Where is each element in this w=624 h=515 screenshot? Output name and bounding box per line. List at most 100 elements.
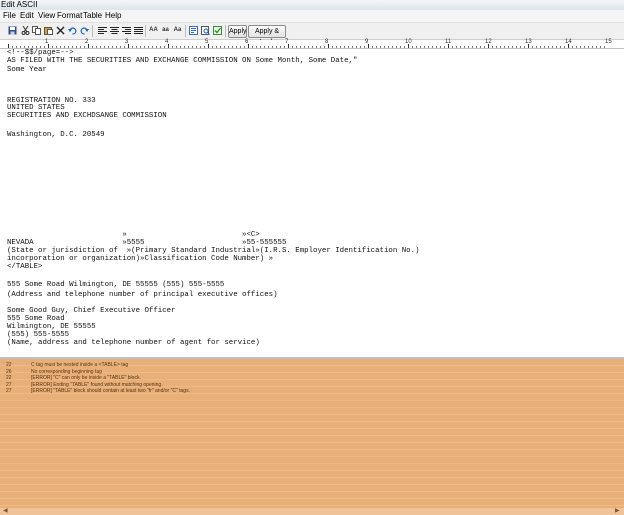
document-line[interactable]: (Name, address and telephone number of a… — [7, 339, 260, 347]
ruler-tick — [596, 46, 597, 48]
redo-icon[interactable] — [79, 25, 89, 36]
ruler-tick — [340, 46, 341, 48]
ruler-tick — [268, 46, 269, 48]
copy-icon[interactable] — [31, 25, 41, 36]
ruler-tick — [456, 46, 457, 48]
ruler-tick — [564, 46, 565, 48]
error-row[interactable]: 22 C tag must be nested inside a <TABLE> … — [0, 362, 624, 368]
menu-edit[interactable]: Edit — [20, 10, 34, 22]
ruler-tick — [484, 46, 485, 48]
ruler-tick — [200, 46, 201, 48]
horizontal-scrollbar[interactable]: ◀ ▶ — [0, 508, 624, 515]
ruler-tick — [180, 46, 181, 48]
justify-icon[interactable] — [133, 25, 143, 36]
menu-help[interactable]: Help — [105, 10, 121, 22]
error-row[interactable]: 26 No corresponding beginning tag — [0, 369, 624, 375]
document-line[interactable]: (Address and telephone number of princip… — [7, 291, 278, 299]
font-size-medium-icon[interactable]: aa — [160, 25, 171, 36]
undo-icon[interactable] — [67, 25, 77, 36]
apply-lock-button[interactable]: Apply & Lock — [248, 25, 286, 46]
ruler-tick — [284, 46, 285, 48]
document-line[interactable]: AS FILED WITH THE SECURITIES AND EXCHANG… — [7, 57, 357, 65]
ruler-tick — [260, 46, 261, 48]
align-center-icon[interactable] — [109, 25, 119, 36]
spellcheck-icon[interactable] — [188, 25, 198, 36]
menu-table[interactable]: Table — [83, 10, 102, 22]
align-right-icon[interactable] — [121, 25, 131, 36]
error-row[interactable]: 27 [ERROR] Ending "TABLE" found without m… — [0, 382, 624, 388]
ruler-tick — [220, 46, 221, 48]
title-bar: Edit ASCII — [0, 0, 624, 10]
document-line[interactable]: » »<C> — [7, 231, 260, 239]
document-line[interactable]: SECURITIES AND EXCHDSANGE COMMISSION — [7, 112, 167, 120]
scroll-right-icon[interactable]: ▶ — [615, 508, 620, 515]
toolbar-separator — [145, 25, 146, 37]
ruler-tick — [140, 46, 141, 48]
ruler-tick — [560, 46, 561, 48]
ruler-tick — [432, 46, 433, 48]
validate-icon[interactable] — [212, 25, 222, 36]
document-line[interactable]: Some Year — [7, 66, 47, 74]
cut-icon[interactable] — [20, 25, 30, 36]
align-left-icon[interactable] — [97, 25, 107, 36]
ruler-tick — [196, 46, 197, 48]
ruler-tick — [228, 46, 229, 48]
error-row[interactable]: 27 [ERROR] "TABLE" block should contain a… — [0, 388, 624, 394]
document-line[interactable]: 555 Some Road Wilmington, DE 55555 (555)… — [7, 281, 224, 289]
ruler-tick — [332, 46, 333, 48]
ruler-number: 7 — [285, 39, 289, 45]
ruler-tick — [604, 46, 605, 48]
ruler-tick — [376, 46, 377, 48]
ruler-tick — [156, 46, 157, 48]
error-row[interactable]: 22 [ERROR] "C" can only be inside a "TABL… — [0, 375, 624, 381]
ruler-tick — [532, 46, 533, 48]
font-size-large-icon[interactable]: AA — [148, 25, 159, 36]
document-line[interactable]: UNITED STATES — [7, 104, 65, 112]
ruler-tick — [136, 46, 137, 48]
menu-format[interactable]: Format — [57, 10, 82, 22]
ruler-tick — [104, 46, 105, 48]
document-line[interactable]: (State or jurisdiction of »(Primary Stan… — [7, 247, 419, 255]
ruler-tick — [384, 46, 385, 48]
document-line[interactable]: Some Good Guy, Chief Executive Officer — [7, 307, 176, 315]
ruler-tick — [116, 46, 117, 48]
ruler-tick — [188, 46, 189, 48]
error-message: [ERROR] "TABLE" block should contain at … — [31, 388, 190, 394]
document-line[interactable]: NEVADA »5555 »55-555555 — [7, 239, 286, 247]
preview-icon[interactable] — [200, 25, 210, 36]
ruler-tick — [160, 46, 161, 48]
apply-button[interactable]: Apply — [228, 25, 247, 38]
menu-file[interactable]: File — [3, 10, 16, 22]
ruler-tick — [16, 46, 17, 48]
menu-view[interactable]: View — [38, 10, 55, 22]
document-line[interactable]: </TABLE> — [7, 263, 42, 271]
ruler-tick — [56, 46, 57, 48]
ruler-tick — [120, 46, 121, 48]
ruler-tick — [516, 46, 517, 48]
paste-icon[interactable] — [43, 25, 53, 36]
ruler-tick — [264, 46, 265, 48]
delete-icon[interactable] — [55, 25, 65, 36]
ruler-tick — [320, 46, 321, 48]
document-line[interactable]: <!--$$/page=--> — [7, 49, 74, 57]
document-line[interactable]: 555 Some Road — [7, 315, 65, 323]
ruler-tick — [164, 46, 165, 48]
ruler-tick — [396, 46, 397, 48]
ruler-number: 9 — [365, 39, 369, 45]
ruler-tick — [324, 46, 325, 48]
document-line[interactable]: Wilmington, DE 55555 — [7, 323, 96, 331]
save-icon[interactable] — [7, 25, 17, 36]
font-size-small-icon[interactable]: Aa — [172, 25, 183, 36]
scroll-left-icon[interactable]: ◀ — [3, 508, 8, 515]
text-editor[interactable]: <!--$$/page=--> AS FILED WITH THE SECURIT… — [0, 49, 624, 356]
ruler-tick — [552, 46, 553, 48]
window-title: Edit ASCII — [1, 0, 38, 9]
ruler-tick — [428, 46, 429, 48]
ruler-tick — [460, 46, 461, 48]
ruler-tick — [424, 46, 425, 48]
ruler-tick — [496, 46, 497, 48]
document-line[interactable]: Washington, D.C. 20549 — [7, 131, 105, 139]
document-line[interactable]: (555) 555-5555 — [7, 331, 69, 339]
toolbar-separator — [185, 25, 186, 37]
document-line[interactable]: incorporation or organization)»Classific… — [7, 255, 273, 263]
